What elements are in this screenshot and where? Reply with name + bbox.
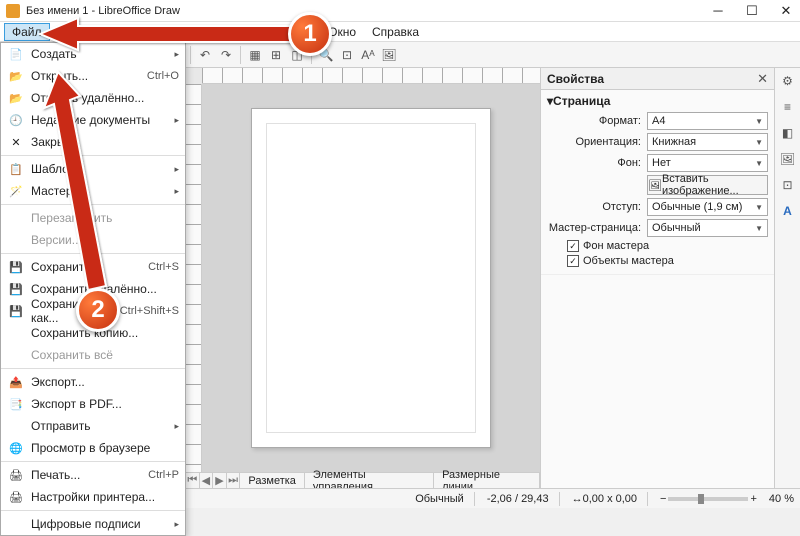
page-margins bbox=[266, 123, 476, 433]
maximize-button[interactable]: ☐ bbox=[744, 3, 760, 19]
menu-file[interactable]: Файл bbox=[4, 23, 50, 41]
master-label: Мастер-страница: bbox=[547, 222, 647, 234]
format-label: Формат: bbox=[547, 115, 647, 127]
menu-item-save-as[interactable]: 💾Сохранить как...Ctrl+Shift+S bbox=[1, 300, 185, 322]
tb-redo-icon[interactable]: ↷ bbox=[217, 46, 235, 64]
menu-edit[interactable]: Правка bbox=[50, 23, 107, 41]
indent-select[interactable]: Обычные (1,9 см)▼ bbox=[647, 198, 768, 216]
zoom-slider[interactable]: −+ bbox=[660, 493, 757, 505]
orientation-select[interactable]: Книжная▼ bbox=[647, 133, 768, 151]
properties-title: Свойства bbox=[547, 72, 757, 86]
menu-help[interactable]: Справка bbox=[364, 23, 427, 41]
indent-label: Отступ: bbox=[547, 201, 647, 213]
status-size: ↔ 0,00 x 0,00 bbox=[572, 492, 648, 506]
tb-snap-icon[interactable]: ⊞ bbox=[267, 46, 285, 64]
background-label: Фон: bbox=[547, 157, 647, 169]
tab-scroll-last[interactable]: ⏭ bbox=[227, 473, 241, 488]
sidebar-tabbar: ⚙ ≡ ◧ 🖼 ⊡ A bbox=[774, 68, 800, 488]
tab-scroll-next[interactable]: ▶ bbox=[213, 473, 227, 488]
ruler-vertical[interactable] bbox=[186, 84, 202, 472]
window-title: Без имени 1 - LibreOffice Draw bbox=[26, 5, 710, 17]
menu-item-recent[interactable]: 🕘Недавние документы▸ bbox=[1, 109, 185, 131]
section-page[interactable]: ▾ Страница bbox=[547, 94, 768, 108]
close-button[interactable]: ✕ bbox=[778, 3, 794, 19]
menu-item-send[interactable]: Отправить▸ bbox=[1, 415, 185, 437]
menu-item-reload: Перезагрузить bbox=[1, 207, 185, 229]
canvas-area bbox=[186, 68, 540, 472]
tab-dims[interactable]: Размерные линии bbox=[434, 473, 540, 488]
menu-format[interactable]: Формат bbox=[204, 23, 263, 41]
format-select[interactable]: A4▼ bbox=[647, 112, 768, 130]
status-layout: Обычный bbox=[415, 492, 475, 506]
orientation-label: Ориентация: bbox=[547, 136, 647, 148]
menu-item-templates[interactable]: 📋Шаблоны▸ bbox=[1, 158, 185, 180]
tab-scroll-first[interactable]: ⏮ bbox=[186, 473, 200, 488]
minimize-button[interactable]: ─ bbox=[710, 3, 726, 19]
tb-zoom-icon[interactable]: 🔍 bbox=[317, 46, 335, 64]
page[interactable] bbox=[251, 108, 491, 448]
menu-tools[interactable]: Сервис bbox=[263, 23, 320, 41]
menu-item-open[interactable]: 📂Открыть...Ctrl+O bbox=[1, 65, 185, 87]
master-select[interactable]: Обычный▼ bbox=[647, 219, 768, 237]
menu-item-export[interactable]: 📤Экспорт... bbox=[1, 371, 185, 393]
menu-item-save-copy[interactable]: Сохранить копию... bbox=[1, 322, 185, 344]
layer-tabs: ⏮ ◀ ▶ ⏭ Разметка Элементы управления Раз… bbox=[186, 472, 540, 488]
properties-panel: Свойства ✕ ▾ Страница Формат: A4▼ Ориент… bbox=[540, 68, 774, 488]
background-select[interactable]: Нет▼ bbox=[647, 154, 768, 172]
menu-item-close[interactable]: ✕Закрыть bbox=[1, 131, 185, 153]
tb-guides-icon[interactable]: ◫ bbox=[288, 46, 306, 64]
sidebar-navigator-icon[interactable]: ⊡ bbox=[779, 176, 797, 194]
titlebar: Без имени 1 - LibreOffice Draw ─ ☐ ✕ bbox=[0, 0, 800, 22]
sidebar-properties-icon[interactable]: ≡ bbox=[779, 98, 797, 116]
properties-close-icon[interactable]: ✕ bbox=[757, 71, 768, 87]
tb-undo-icon[interactable]: ↶ bbox=[196, 46, 214, 64]
tb-gallery-icon[interactable]: 🖼 bbox=[380, 46, 398, 64]
menu-item-versions: Версии... bbox=[1, 229, 185, 251]
sidebar-styles-icon[interactable]: A bbox=[779, 202, 797, 220]
tb-styles-icon[interactable]: Aᴬ bbox=[359, 46, 377, 64]
menu-item-digital-sign[interactable]: Цифровые подписи▸ bbox=[1, 513, 185, 535]
app-icon bbox=[6, 4, 20, 18]
tb-grid-icon[interactable]: ▦ bbox=[246, 46, 264, 64]
sidebar-gallery-icon[interactable]: 🖼 bbox=[779, 150, 797, 168]
tb-navigator-icon[interactable]: ⊡ bbox=[338, 46, 356, 64]
menu-item-save-all: Сохранить всё bbox=[1, 344, 185, 366]
status-zoom[interactable]: 40 % bbox=[769, 493, 794, 505]
menu-view[interactable]: Вид bbox=[106, 23, 144, 41]
menu-item-print[interactable]: 🖨Печать...Ctrl+P bbox=[1, 464, 185, 486]
menu-item-printer-settings[interactable]: 🖨Настройки принтера... bbox=[1, 486, 185, 508]
insert-image-button[interactable]: 🖼 Вставить изображение... bbox=[647, 175, 768, 195]
tab-layout[interactable]: Разметка bbox=[240, 473, 305, 488]
drawing-canvas[interactable] bbox=[202, 84, 540, 472]
menu-item-export-pdf[interactable]: 📑Экспорт в PDF... bbox=[1, 393, 185, 415]
sidebar-settings-icon[interactable]: ⚙ bbox=[779, 72, 797, 90]
menu-item-open-remote[interactable]: 📂Открыть удалённо... bbox=[1, 87, 185, 109]
ruler-horizontal[interactable] bbox=[202, 68, 540, 84]
menu-window[interactable]: Окно bbox=[320, 23, 364, 41]
menubar: Файл Правка Вид Вставка Формат Сервис Ок… bbox=[0, 22, 800, 42]
menu-insert[interactable]: Вставка bbox=[144, 23, 205, 41]
menu-item-wizards[interactable]: 🪄Мастера▸ bbox=[1, 180, 185, 202]
status-coords: -2,06 / 29,43 bbox=[487, 492, 560, 506]
file-menu-dropdown: 📄Создать▸ 📂Открыть...Ctrl+O 📂Открыть уда… bbox=[0, 42, 186, 536]
checkbox-master-bg[interactable]: ✓Фон мастера bbox=[567, 240, 768, 252]
checkbox-master-obj[interactable]: ✓Объекты мастера bbox=[567, 255, 768, 267]
tab-scroll-prev[interactable]: ◀ bbox=[200, 473, 214, 488]
menu-item-browser-preview[interactable]: 🌐Просмотр в браузере bbox=[1, 437, 185, 459]
sidebar-shapes-icon[interactable]: ◧ bbox=[779, 124, 797, 142]
tab-controls[interactable]: Элементы управления bbox=[305, 473, 434, 488]
menu-item-save[interactable]: 💾СохранитьCtrl+S bbox=[1, 256, 185, 278]
menu-item-create[interactable]: 📄Создать▸ bbox=[1, 43, 185, 65]
